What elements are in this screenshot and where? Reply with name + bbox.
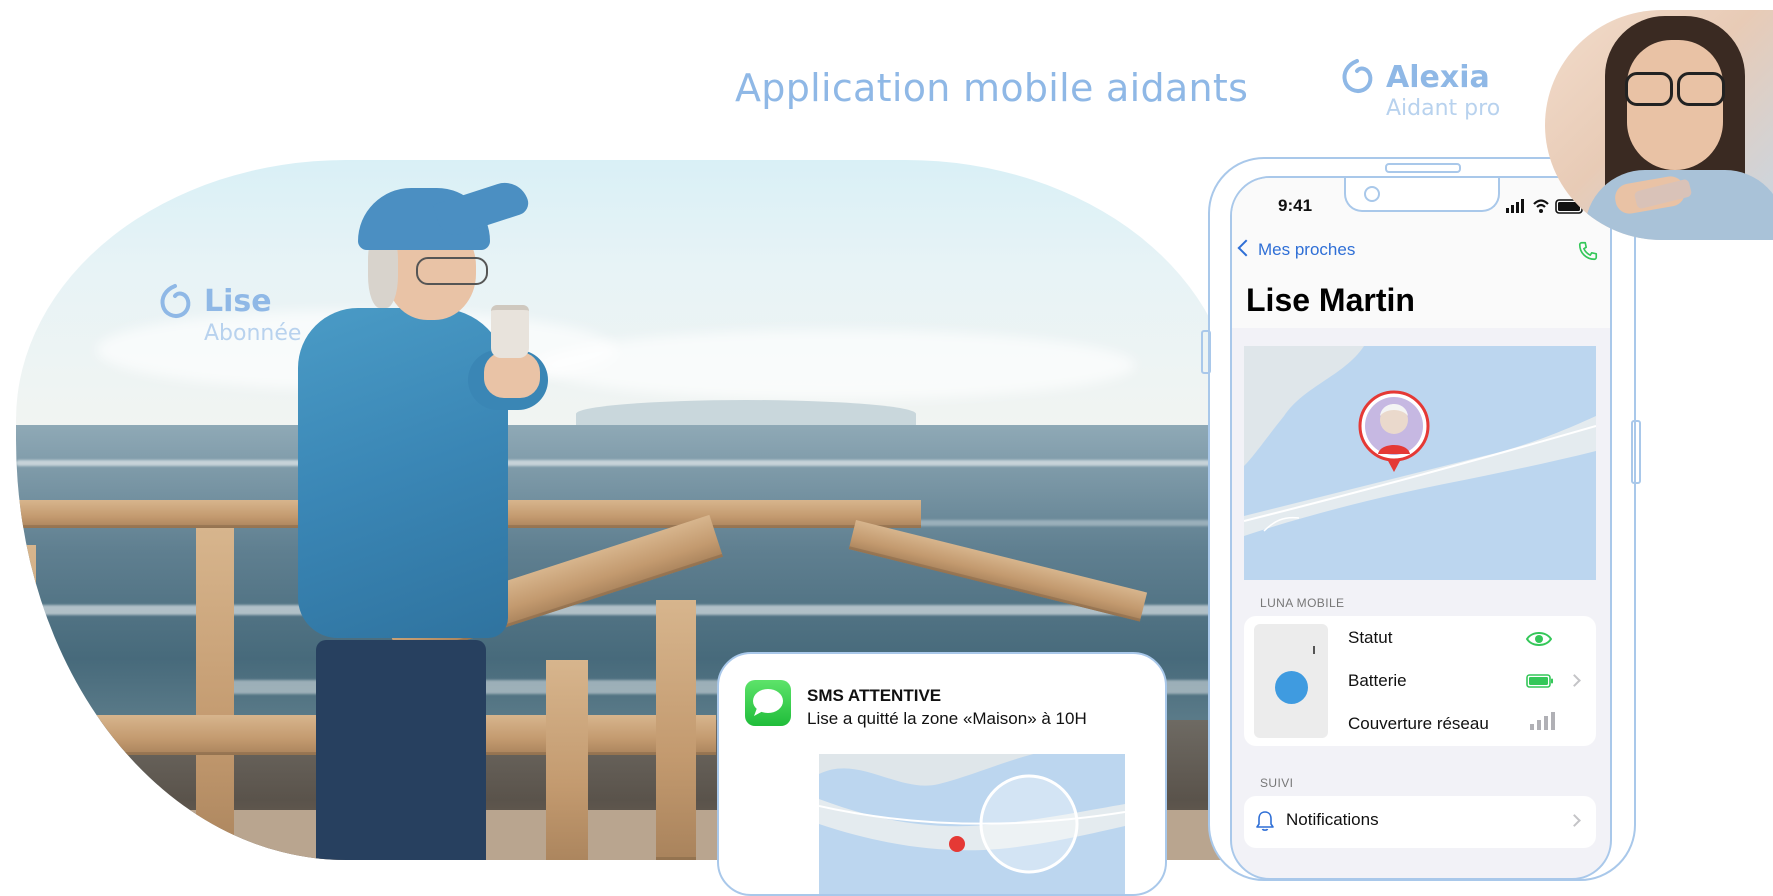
sms-map-preview [819, 754, 1125, 894]
section-header-device: LUNA MOBILE [1260, 596, 1345, 610]
section-header-follow: SUIVI [1260, 776, 1294, 790]
device-image [1254, 624, 1328, 738]
battery-icon [1526, 674, 1553, 688]
phone-call-icon[interactable] [1577, 240, 1599, 262]
subscriber-role: Abonnée [204, 321, 302, 346]
phone-speaker [1385, 163, 1461, 173]
sms-notification-card[interactable]: SMS ATTENTIVE Lise a quitté la zone «Mai… [717, 652, 1167, 896]
chevron-left-icon [1237, 239, 1255, 257]
status-time: 9:41 [1278, 196, 1313, 215]
chevron-right-icon [1568, 814, 1581, 827]
device-status-card: Statut Batterie Couverture réseau [1244, 616, 1596, 746]
sms-message: Lise a quitté la zone «Maison» à 10H [807, 709, 1087, 728]
battery-row-label[interactable]: Batterie [1348, 671, 1407, 691]
brand-logo-icon [1342, 59, 1373, 93]
device-button [1275, 671, 1308, 704]
phone-side-button [1201, 330, 1211, 374]
bell-icon [1256, 811, 1274, 831]
coverage-row-label: Couverture réseau [1348, 714, 1489, 733]
phone-screen: 9:41 Mes proches Lise Martin LUNA MOBILE… [1230, 176, 1612, 880]
contact-name: Lise Martin [1246, 282, 1415, 318]
eye-icon [1526, 632, 1552, 646]
back-button[interactable]: Mes proches [1237, 239, 1356, 260]
phone-side-button [1631, 420, 1641, 484]
chevron-right-icon [1568, 674, 1581, 687]
caregiver-role: Aidant pro [1386, 96, 1501, 121]
signal-icon [1530, 712, 1555, 730]
brand-logo-icon [160, 284, 191, 318]
back-label: Mes proches [1258, 240, 1356, 259]
notifications-row[interactable]: Notifications [1244, 796, 1596, 848]
phone-notch [1344, 178, 1500, 212]
location-map[interactable] [1244, 346, 1596, 580]
notifications-label: Notifications [1286, 810, 1379, 829]
caregiver-avatar [1545, 10, 1773, 240]
status-row-label: Statut [1348, 628, 1393, 647]
page-title: Application mobile aidants [735, 66, 1249, 110]
sms-title: SMS ATTENTIVE [807, 686, 942, 705]
messages-app-icon [745, 680, 791, 726]
caregiver-name: Alexia [1386, 60, 1490, 95]
subscriber-name: Lise [204, 284, 272, 319]
